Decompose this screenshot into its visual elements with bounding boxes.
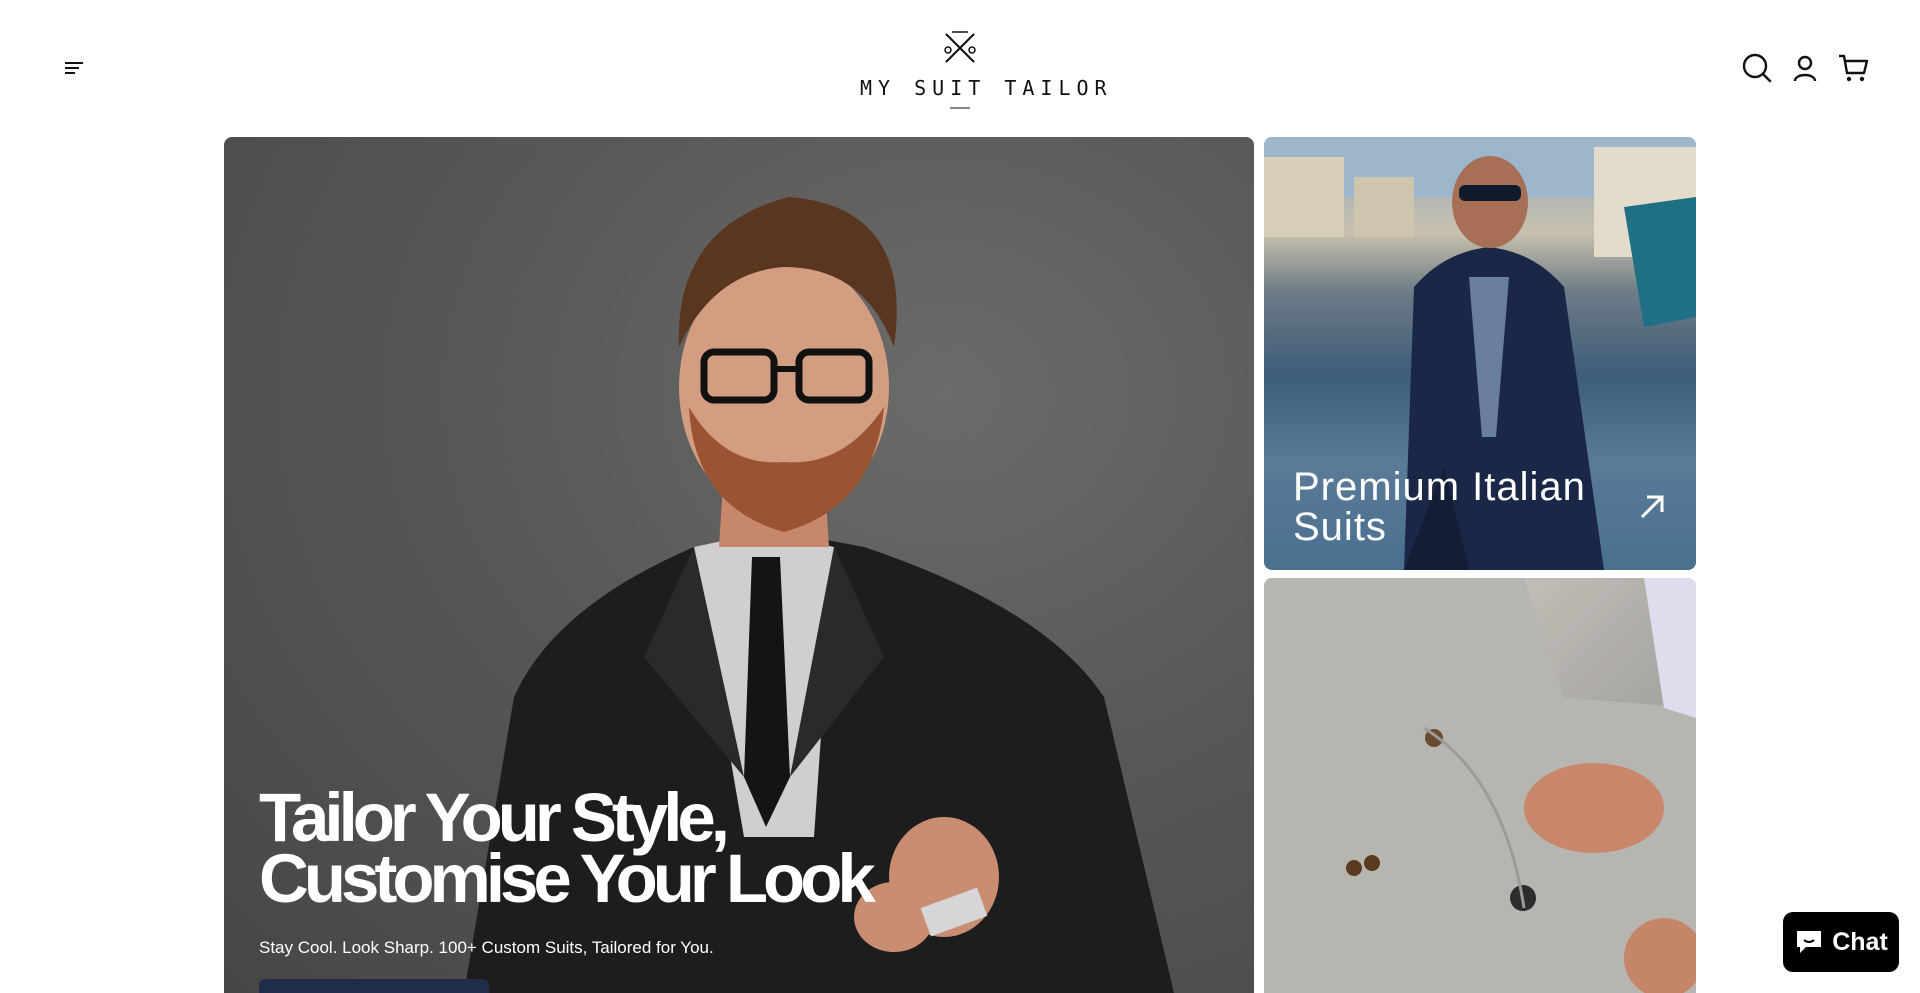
hero-subtitle: Stay Cool. Look Sharp. 100+ Custom Suits… bbox=[259, 938, 714, 957]
search-icon bbox=[1742, 53, 1772, 83]
menu-button[interactable] bbox=[56, 52, 92, 84]
collection-card-grey-suit[interactable] bbox=[1264, 578, 1696, 993]
logo-underline bbox=[950, 107, 970, 109]
chat-button[interactable]: Chat bbox=[1783, 912, 1899, 972]
menu-icon bbox=[65, 62, 83, 74]
site-logo[interactable]: MY SUIT TAILOR bbox=[860, 28, 1113, 114]
search-button[interactable] bbox=[1740, 51, 1774, 85]
brand-name: MY SUIT TAILOR bbox=[860, 76, 1113, 100]
account-button[interactable] bbox=[1788, 51, 1822, 85]
chat-bubble-icon bbox=[1797, 931, 1822, 953]
card-image-grey-suit bbox=[1264, 578, 1696, 993]
cart-icon bbox=[1839, 54, 1869, 82]
hero-cta-button[interactable] bbox=[259, 979, 489, 993]
logo-emblem bbox=[944, 31, 976, 63]
header-actions bbox=[1740, 50, 1870, 86]
arrow-up-right-icon[interactable] bbox=[1634, 489, 1670, 525]
card-title-italian-suits: Premium Italian Suits bbox=[1293, 465, 1586, 549]
hero-title-line1: Tailor Your Style, bbox=[259, 779, 730, 856]
hero-banner[interactable]: Tailor Your Style, Customise Your Look S… bbox=[224, 137, 1254, 993]
account-icon bbox=[1793, 55, 1817, 82]
hero-title: Tailor Your Style, Customise Your Look bbox=[259, 779, 1019, 917]
cart-button[interactable] bbox=[1836, 51, 1870, 85]
collection-card-italian-suits[interactable]: Premium Italian Suits bbox=[1264, 137, 1696, 570]
site-header: MY SUIT TAILOR bbox=[0, 0, 1920, 137]
chat-label: Chat bbox=[1832, 927, 1888, 956]
hero-title-line2: Customise Your Look bbox=[259, 840, 876, 917]
